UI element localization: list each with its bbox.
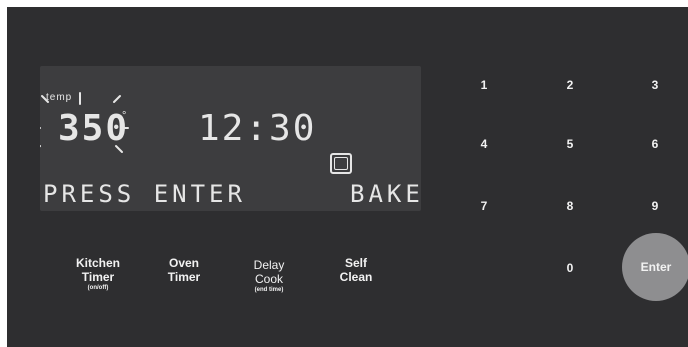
keypad-4-button[interactable]: 4 [474,137,494,151]
keypad-5-button[interactable]: 5 [560,137,580,151]
enter-button[interactable]: Enter [622,233,688,301]
clock-readout: 12:30 [198,108,317,149]
cook-mode: BAKE [350,180,424,208]
keypad-8-button[interactable]: 8 [560,199,580,213]
kitchen-timer-label-2: Timer [81,270,115,284]
status-message: PRESS ENTER [43,180,246,208]
self-clean-label-1: Self [344,256,367,270]
oven-timer-label-2: Timer [167,270,201,284]
kitchen-timer-sublabel: (on/off) [87,285,109,291]
keypad-1-button[interactable]: 1 [474,78,494,92]
keypad-9-button[interactable]: 9 [645,199,665,213]
lcd-display: temp 350 ° 12:30 PRESS ENTER BAKE [40,66,421,211]
enter-button-label: Enter [640,260,672,274]
delay-cook-label-1: Delay [253,258,285,272]
keypad-3-button[interactable]: 3 [645,78,665,92]
delay-cook-sublabel: (end time) [254,287,284,293]
kitchen-timer-button[interactable]: Kitchen Timer (on/off) [76,256,120,292]
degree-symbol: ° [122,110,128,122]
temp-label: temp [46,92,73,103]
delay-cook-label-2: Cook [254,272,283,286]
oven-timer-button[interactable]: Oven Timer [164,256,204,284]
self-clean-label-2: Clean [339,270,373,284]
kitchen-timer-label-1: Kitchen [76,256,121,270]
keypad-0-button[interactable]: 0 [560,261,580,275]
keypad-2-button[interactable]: 2 [560,78,580,92]
oven-icon [330,153,352,174]
delay-cook-button[interactable]: Delay Cook (end time) [248,258,290,294]
self-clean-button[interactable]: Self Clean [336,256,376,284]
keypad-7-button[interactable]: 7 [474,199,494,213]
oven-timer-label-1: Oven [168,256,199,270]
keypad-6-button[interactable]: 6 [645,137,665,151]
temperature-readout: 350 [58,108,130,149]
